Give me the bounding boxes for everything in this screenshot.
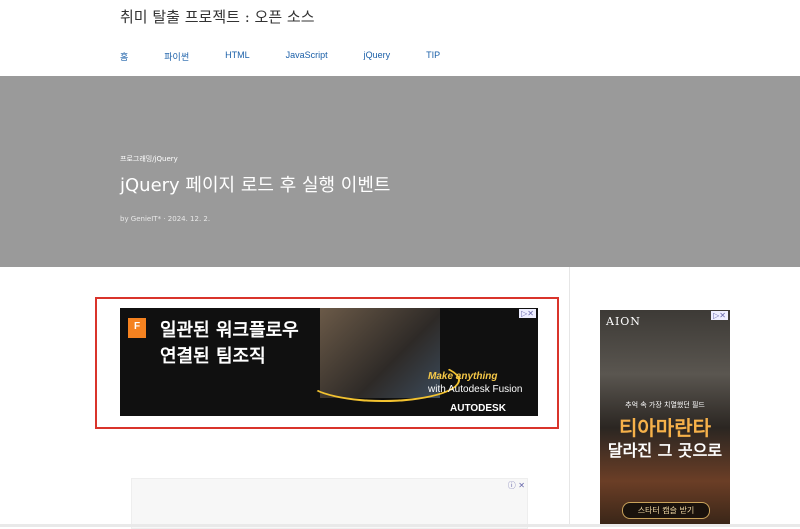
nav-python[interactable]: 파이썬 [164, 50, 189, 63]
post-byline: by GenieIT* · 2024. 12. 2. [120, 215, 210, 223]
bottom-ad-slot[interactable]: ⓘ ✕ [131, 478, 528, 529]
side-ad-subtitle: 추억 속 가장 치열했던 필드 [625, 401, 705, 409]
post-title: jQuery 페이지 로드 후 실행 이벤트 [120, 175, 391, 196]
nav-tip[interactable]: TIP [426, 50, 440, 63]
nav-javascript[interactable]: JavaScript [286, 50, 328, 63]
site-title[interactable]: 취미 탈출 프로젝트 : 오픈 소스 [120, 6, 315, 27]
ad-subtagline: with Autodesk Fusion [428, 384, 523, 395]
side-ad-headline-2: 달라진 그 곳으로 [607, 441, 723, 460]
adchoices-close-icon[interactable]: ⓘ ✕ [508, 480, 525, 491]
post-author[interactable]: by GenieIT* [120, 215, 161, 223]
adchoices-close-icon[interactable]: ▷✕ [519, 309, 536, 318]
fusion-logo-icon: F [128, 318, 146, 338]
main-nav: 홈 파이썬 HTML JavaScript jQuery TIP [120, 50, 476, 63]
autodesk-logo: AUTODESK [450, 403, 506, 414]
nav-home[interactable]: 홈 [120, 50, 128, 63]
sidebar-divider [569, 267, 570, 527]
aion-logo: AION [606, 315, 641, 328]
ad-headline-1: 일관된 워크플로우 [160, 320, 299, 341]
byline-separator: · [163, 215, 166, 223]
post-category[interactable]: 프로그래밍/jQuery [120, 154, 178, 164]
ad-tagline: Make anything [428, 371, 498, 382]
post-date: 2024. 12. 2. [167, 215, 211, 223]
nav-jquery[interactable]: jQuery [364, 50, 391, 63]
adchoices-close-icon[interactable]: ▷✕ [711, 311, 728, 320]
autodesk-banner-ad[interactable]: F 일관된 워크플로우 연결된 팀조직 Make anything with A… [120, 308, 538, 416]
ad-headline-2: 연결된 팀조직 [160, 346, 266, 367]
aion-sidebar-ad[interactable]: AION 추억 속 가장 치열했던 필드 티아마란타 달라진 그 곳으로 스타터… [600, 310, 730, 524]
side-ad-cta-button[interactable]: 스타터 캠슬 받기 [622, 502, 710, 519]
nav-html[interactable]: HTML [225, 50, 250, 63]
